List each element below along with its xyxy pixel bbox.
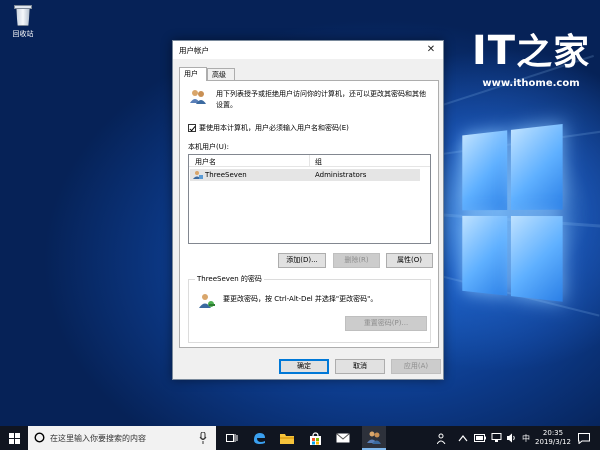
listview-header: 用户名 组 <box>189 155 430 167</box>
add-user-button[interactable]: 添加(D)... <box>278 253 326 268</box>
clock-time: 20:35 <box>542 429 564 437</box>
volume-icon[interactable] <box>506 433 517 443</box>
properties-button[interactable]: 属性(O) <box>386 253 433 268</box>
battery-icon[interactable] <box>474 434 486 442</box>
users-icon <box>190 90 206 104</box>
require-login-checkbox[interactable] <box>188 124 196 132</box>
user-key-icon <box>199 294 215 308</box>
password-group-title: ThreeSeven 的密码 <box>195 274 264 284</box>
recycle-bin-shortcut[interactable]: 回收站 <box>6 4 40 39</box>
task-view-icon <box>226 434 238 442</box>
reset-password-button[interactable]: 重置密码(P)... <box>345 316 427 331</box>
cancel-button[interactable]: 取消 <box>335 359 385 374</box>
user-icon <box>193 171 203 179</box>
remove-user-button[interactable]: 删除(R) <box>333 253 380 268</box>
ithome-watermark: IT之家 www.ithome.com <box>470 30 592 89</box>
edge-taskbar-button[interactable] <box>248 426 270 450</box>
chevron-up-icon[interactable] <box>458 435 468 442</box>
user-name-cell: ThreeSeven <box>205 171 247 179</box>
edge-icon <box>253 432 265 444</box>
microphone-icon[interactable] <box>199 432 207 444</box>
windows-start-icon <box>8 432 20 444</box>
notification-center-icon[interactable] <box>578 433 590 444</box>
windows-logo-wallpaper <box>462 123 564 307</box>
recycle-bin-icon <box>13 4 33 26</box>
password-instructions: 要更改密码，按 Ctrl-Alt-Del 并选择"更改密码"。 <box>223 295 378 303</box>
dialog-description: 用下列表授予或拒绝用户访问你的计算机，还可以更改其密码和其他设置。 <box>216 90 426 109</box>
file-explorer-taskbar-button[interactable] <box>276 426 298 450</box>
password-groupbox: ThreeSeven 的密码 要更改密码，按 Ctrl-Alt-Del 并选择"… <box>188 274 431 343</box>
store-taskbar-button[interactable] <box>304 426 326 450</box>
users-icon <box>367 431 381 444</box>
column-header-username[interactable]: 用户名 <box>195 157 216 167</box>
users-listview[interactable]: 用户名 组 ThreeSeven Administrators <box>188 154 431 244</box>
apply-button[interactable]: 应用(A) <box>391 359 441 374</box>
tab-users[interactable]: 用户 <box>179 67 207 81</box>
mail-icon <box>336 433 350 443</box>
clock-date: 2019/3/12 <box>535 438 571 446</box>
ok-button[interactable]: 确定 <box>279 359 329 374</box>
folder-icon <box>280 433 294 444</box>
table-row[interactable]: ThreeSeven Administrators <box>190 169 420 181</box>
mail-taskbar-button[interactable] <box>332 426 354 450</box>
close-icon[interactable]: ✕ <box>419 41 443 59</box>
recycle-bin-label: 回收站 <box>12 30 34 38</box>
ithome-logo: IT之家 <box>471 28 591 74</box>
start-button[interactable] <box>0 426 28 450</box>
store-bag-icon <box>309 431 321 445</box>
column-header-group[interactable]: 组 <box>315 157 322 167</box>
dialog-title: 用户帐户 <box>179 46 209 55</box>
clock[interactable]: 20:35 2019/3/12 <box>534 429 572 447</box>
users-tab-panel: 用下列表授予或拒绝用户访问你的计算机，还可以更改其密码和其他设置。 要使用本计算… <box>179 80 439 348</box>
user-accounts-taskbar-button[interactable] <box>362 426 386 450</box>
taskbar-search[interactable]: 在这里输入你要搜索的内容 <box>28 426 216 450</box>
user-accounts-dialog: 用户帐户 ✕ 用户 高级 用下列表授予或拒绝用户访问你的计算机，还可以更改其密码… <box>172 40 444 380</box>
search-placeholder: 在这里输入你要搜索的内容 <box>50 434 146 443</box>
dialog-titlebar[interactable]: 用户帐户 ✕ <box>173 41 443 59</box>
ithome-url: www.ithome.com <box>482 78 580 89</box>
users-list-label: 本机用户(U): <box>188 143 229 151</box>
task-view-button[interactable] <box>222 426 242 450</box>
ime-indicator[interactable]: 中 <box>522 433 530 444</box>
require-login-option[interactable]: 要使用本计算机，用户必须输入用户名和密码(E) <box>188 123 349 133</box>
require-login-label: 要使用本计算机，用户必须输入用户名和密码(E) <box>199 124 349 132</box>
user-group-cell: Administrators <box>315 171 367 179</box>
people-icon[interactable] <box>437 433 447 444</box>
cortana-circle-icon <box>34 432 45 443</box>
taskbar: 在这里输入你要搜索的内容 中 20:35 2019/3/12 <box>0 426 600 450</box>
network-icon[interactable] <box>491 433 502 443</box>
